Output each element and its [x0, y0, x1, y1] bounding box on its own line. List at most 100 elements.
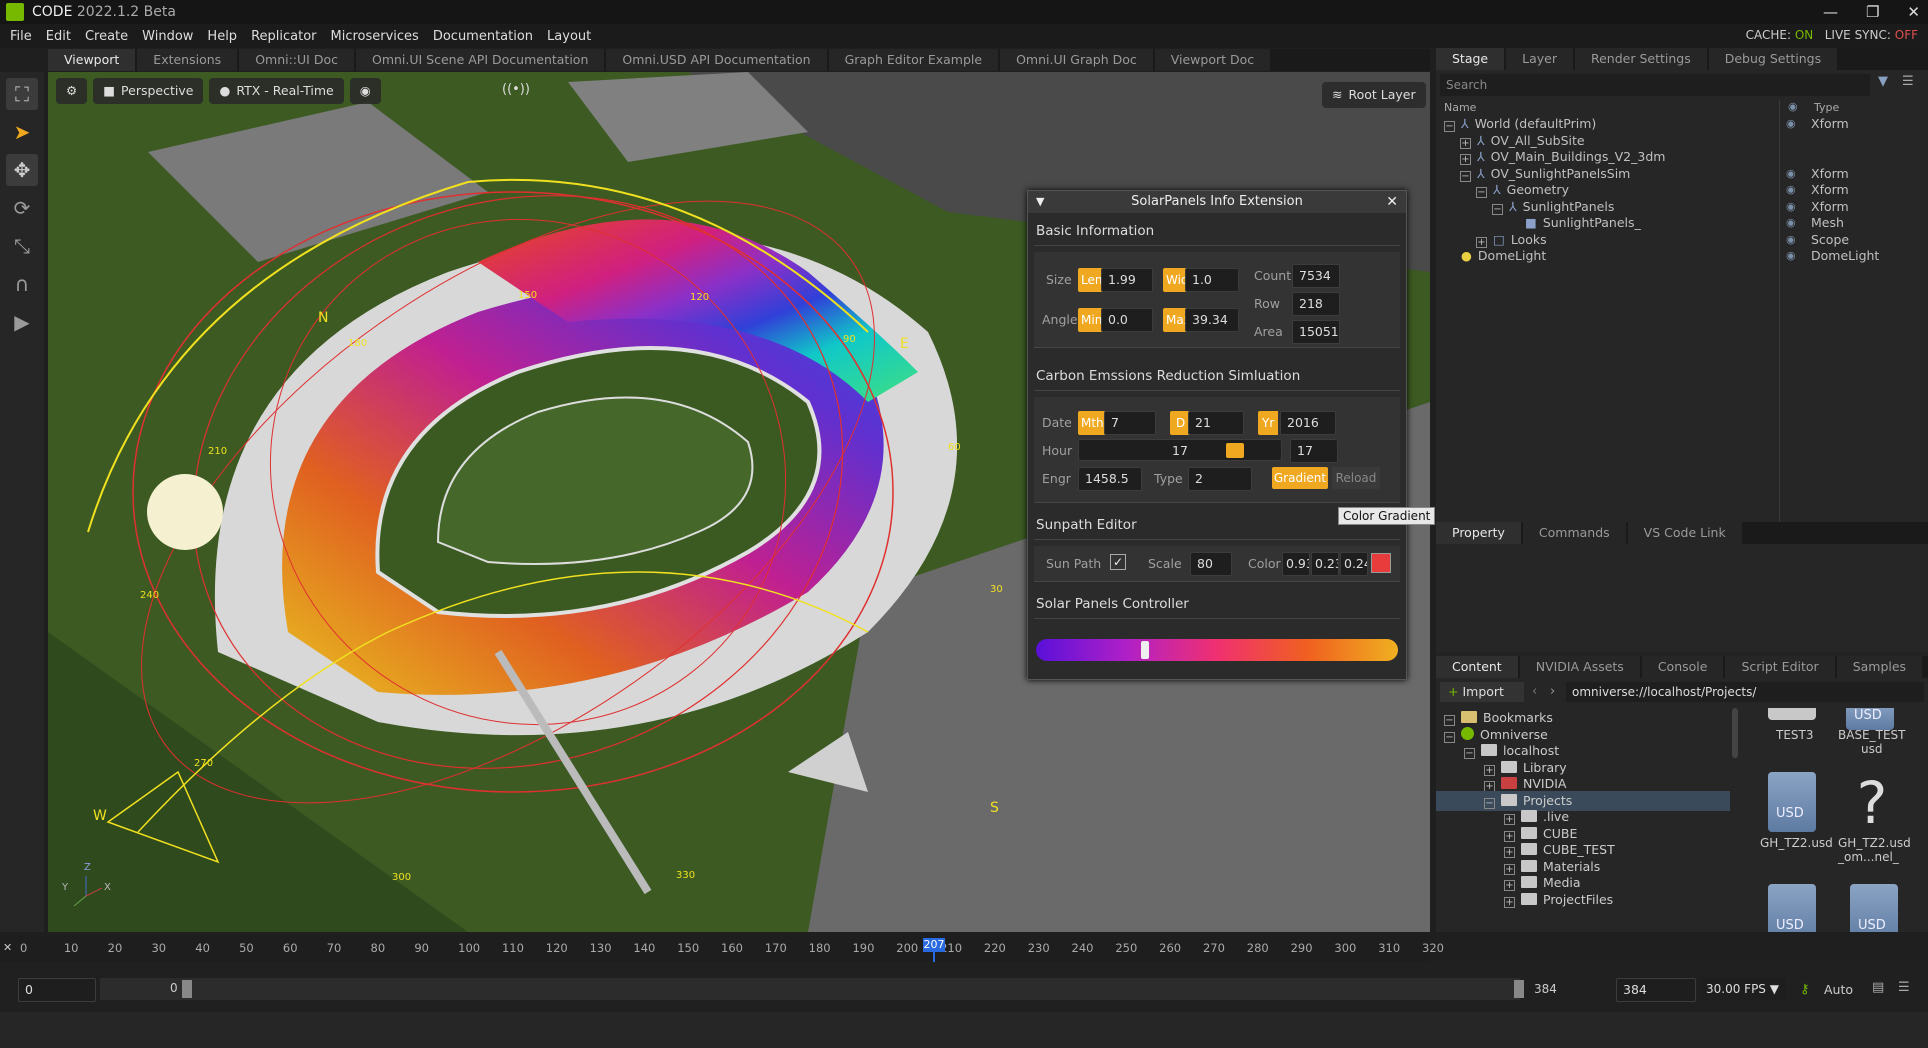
solarpanels-dialog[interactable]: ▼ SolarPanels Info Extension ✕ Basic Inf… — [1027, 190, 1407, 680]
timeline-ruler[interactable]: ✕ 0 10 20 30 40 50 60 70 80 90 100 110 120 130 140 150 1… — [0, 936, 1444, 992]
hour-slider-handle[interactable] — [1225, 443, 1244, 458]
menu-microservices[interactable]: Microservices — [324, 29, 426, 44]
menu-icon[interactable]: ☰ — [1902, 74, 1914, 89]
content-path-input[interactable]: omniverse://localhost/Projects/ — [1566, 682, 1924, 702]
close-timeline-icon[interactable]: ✕ — [3, 941, 12, 954]
end-frame-field[interactable]: 384 — [1616, 978, 1696, 1002]
range-start-handle[interactable] — [182, 980, 192, 998]
maximize-button[interactable]: ❐ — [1866, 3, 1879, 21]
rotate-icon[interactable]: ⟳ — [6, 192, 38, 224]
usd-file-icon[interactable]: USD — [1768, 772, 1816, 832]
area-field[interactable]: 15051 — [1292, 320, 1340, 344]
usd-file-icon[interactable]: USD — [1850, 884, 1898, 932]
year-field[interactable]: 2016 — [1280, 411, 1336, 435]
tab-stage[interactable]: Stage — [1436, 48, 1505, 70]
sun-path-checkbox[interactable]: ✓ — [1110, 554, 1126, 570]
start-frame-field[interactable]: 0 — [18, 978, 96, 1002]
scale-icon[interactable]: ⤡ — [6, 230, 38, 262]
wid-field[interactable]: 1.0 — [1185, 268, 1239, 292]
collapse-triangle-icon[interactable]: ▼ — [1036, 191, 1044, 213]
close-button[interactable]: ✕ — [1907, 3, 1920, 21]
len-field[interactable]: 1.99 — [1101, 268, 1153, 292]
content-tree-item[interactable]: − Projects — [1436, 790, 1730, 811]
stage-item[interactable]: ● DomeLight ◉ DomeLight — [1436, 246, 1928, 266]
visibility-eye-icon[interactable]: ◉ — [1786, 246, 1796, 266]
gradient-button[interactable]: Gradient — [1272, 467, 1328, 489]
tab-omni-ui-graph-doc[interactable]: Omni.UI Graph Doc — [1000, 49, 1153, 71]
forward-arrow-icon[interactable]: › — [1550, 684, 1555, 699]
menu-window[interactable]: Window — [135, 29, 200, 44]
tab-vs-code-link[interactable]: VS Code Link — [1627, 522, 1742, 544]
usd-file-icon[interactable]: USD — [1846, 708, 1894, 730]
import-button[interactable]: + Import — [1440, 682, 1524, 702]
engr-field[interactable]: 1458.5 — [1078, 467, 1142, 491]
menu-create[interactable]: Create — [78, 29, 135, 44]
live-sync-value[interactable]: OFF — [1895, 28, 1918, 42]
menu-help[interactable]: Help — [200, 29, 244, 44]
tab-viewport[interactable]: Viewport — [48, 49, 136, 71]
type-field[interactable]: 2 — [1188, 467, 1252, 491]
content-tree-item[interactable]: + ProjectFiles — [1504, 890, 1613, 910]
scale-field[interactable]: 80 — [1190, 552, 1232, 576]
tab-graph-editor-example[interactable]: Graph Editor Example — [828, 49, 999, 71]
solar-controller-slider[interactable] — [1036, 639, 1398, 661]
color-r-field[interactable]: 0.93 — [1282, 552, 1310, 576]
row-field[interactable]: 218 — [1292, 292, 1340, 316]
tab-content[interactable]: Content — [1436, 656, 1518, 678]
color-swatch[interactable] — [1371, 553, 1391, 573]
tab-debug-settings[interactable]: Debug Settings — [1708, 48, 1838, 70]
broadcast-icon[interactable]: ((•)) — [502, 82, 530, 97]
fps-dropdown[interactable]: 30.00 FPS ▼ — [1700, 978, 1786, 1000]
visibility-button[interactable]: ◉ — [349, 78, 381, 104]
camera-dropdown[interactable]: ■ Perspective — [93, 78, 204, 104]
move-icon[interactable]: ✥ — [6, 154, 38, 186]
usd-file-icon[interactable]: USD — [1768, 884, 1816, 932]
menu-file[interactable]: File — [3, 29, 39, 44]
unknown-file-icon[interactable]: ? — [1846, 770, 1898, 836]
filter-icon[interactable]: ▼ — [1878, 74, 1888, 89]
tab-script-editor[interactable]: Script Editor — [1725, 656, 1835, 678]
minimize-button[interactable]: — — [1823, 3, 1838, 21]
menu-edit[interactable]: Edit — [39, 29, 78, 44]
key-icon[interactable]: ⚷ — [1800, 982, 1810, 997]
camera-icon[interactable]: ⛶ — [6, 78, 38, 110]
range-slider[interactable]: 0 — [100, 978, 1524, 1000]
dialog-titlebar[interactable]: ▼ SolarPanels Info Extension ✕ — [1028, 191, 1406, 213]
tab-omni-ui-doc[interactable]: Omni::UI Doc — [239, 49, 354, 71]
play-icon[interactable]: ▶ — [6, 306, 38, 338]
expand-toggle-icon[interactable]: − — [1444, 731, 1455, 743]
file-thumb-test3[interactable] — [1768, 708, 1816, 720]
expand-toggle-icon[interactable]: + — [1504, 896, 1515, 908]
tab-extensions[interactable]: Extensions — [137, 49, 238, 71]
menu-icon[interactable]: ☰ — [1898, 980, 1910, 995]
tab-layer[interactable]: Layer — [1506, 48, 1573, 70]
tab-viewport-doc[interactable]: Viewport Doc — [1154, 49, 1271, 71]
cache-value[interactable]: ON — [1795, 28, 1813, 42]
hour-slider[interactable]: 17 — [1078, 439, 1282, 461]
playhead[interactable]: 207 — [922, 938, 945, 952]
range-end-handle[interactable] — [1514, 980, 1524, 998]
select-arrow-icon[interactable]: ➤ — [6, 116, 38, 148]
film-icon[interactable]: ▤ — [1872, 980, 1884, 995]
stage-search-input[interactable]: Search — [1440, 74, 1870, 96]
viewport-settings-button[interactable]: ⚙ — [56, 78, 88, 104]
menu-replicator[interactable]: Replicator — [244, 29, 323, 44]
renderer-dropdown[interactable]: ● RTX - Real-Time — [209, 78, 344, 104]
tab-nvidia-assets[interactable]: NVIDIA Assets — [1519, 656, 1640, 678]
month-field[interactable]: 7 — [1104, 411, 1156, 435]
tab-render-settings[interactable]: Render Settings — [1574, 48, 1707, 70]
solar-controller-handle[interactable] — [1140, 641, 1149, 659]
tab-samples[interactable]: Samples — [1836, 656, 1923, 678]
expand-toggle-icon[interactable]: − — [1464, 748, 1475, 759]
snap-magnet-icon[interactable]: ∩ — [6, 268, 38, 300]
tab-console[interactable]: Console — [1641, 656, 1724, 678]
max-field[interactable]: 39.34 — [1185, 308, 1239, 332]
color-g-field[interactable]: 0.23 — [1311, 552, 1339, 576]
count-field[interactable]: 7534 — [1292, 264, 1340, 288]
tab-property[interactable]: Property — [1436, 522, 1521, 544]
tab-commands[interactable]: Commands — [1522, 522, 1626, 544]
close-icon[interactable]: ✕ — [1386, 191, 1398, 213]
menu-layout[interactable]: Layout — [540, 29, 598, 44]
back-arrow-icon[interactable]: ‹ — [1532, 684, 1537, 699]
min-field[interactable]: 0.0 — [1101, 308, 1153, 332]
